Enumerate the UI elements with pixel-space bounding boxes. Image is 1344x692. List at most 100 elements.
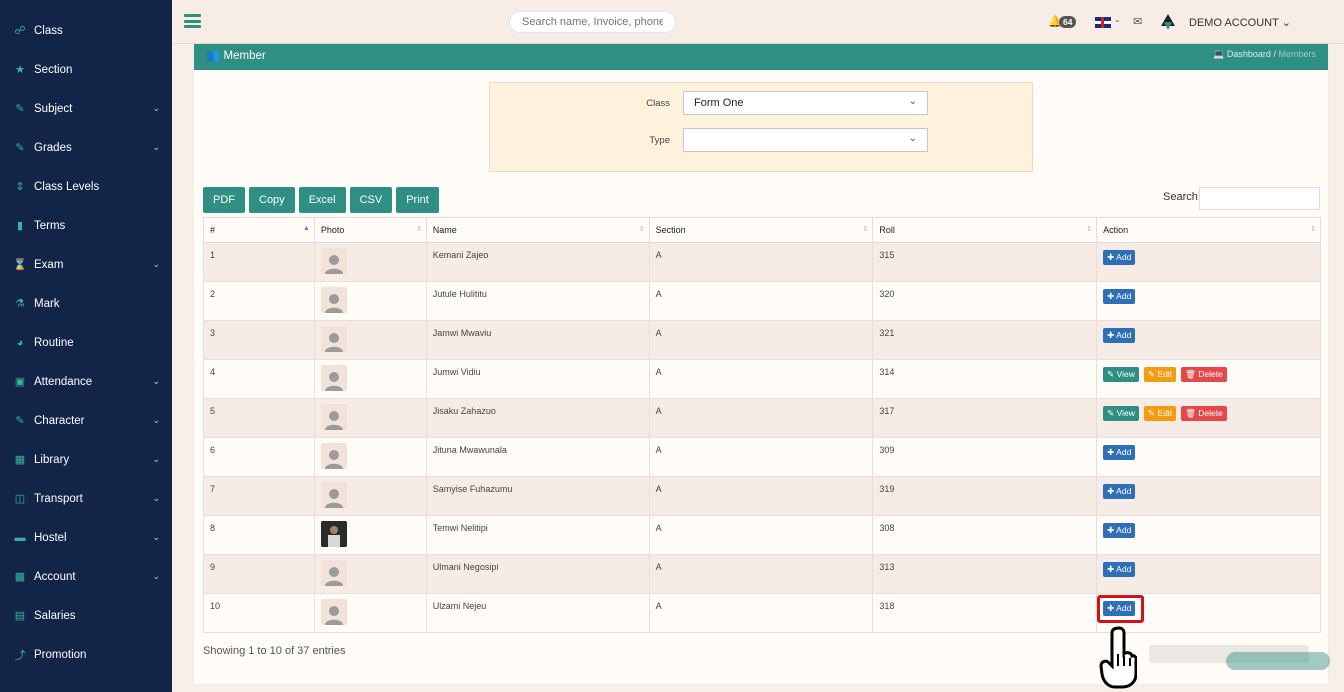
class-select[interactable]: Form One ⌄ bbox=[683, 91, 928, 115]
sidebar-item-grades[interactable]: ✎ Grades ⌄ bbox=[0, 128, 172, 167]
cell-action: ✎ View ✎ Edit 🗑 Delete bbox=[1096, 398, 1321, 438]
delete-label: Delete bbox=[1198, 369, 1223, 379]
view-button[interactable]: ✎ View bbox=[1103, 367, 1139, 382]
cell-name: Ulzami Nejeu bbox=[425, 593, 650, 633]
avatar-placeholder-icon bbox=[320, 287, 347, 313]
bus-icon: ◫ bbox=[14, 493, 26, 505]
sidebar-item-mark[interactable]: ⚗ Mark bbox=[0, 284, 172, 323]
sidebar-item-account[interactable]: ▩ Account ⌄ bbox=[0, 557, 172, 596]
avatar-placeholder-icon bbox=[320, 482, 347, 508]
edit-label: Edit bbox=[1157, 408, 1173, 418]
cell-section: A bbox=[648, 281, 874, 321]
sidebar-item-subject[interactable]: ✎ Subject ⌄ bbox=[0, 89, 172, 128]
chevron-down-icon: ⌄ bbox=[152, 259, 160, 269]
edit-button[interactable]: ✎ Edit bbox=[1143, 367, 1177, 382]
sidebar-item-library[interactable]: ▦ Library ⌄ bbox=[0, 440, 172, 479]
delete-button[interactable]: 🗑 Delete bbox=[1181, 367, 1227, 382]
excel-button[interactable]: Excel bbox=[298, 187, 346, 213]
view-icon: ✎ bbox=[1107, 369, 1117, 379]
sidebar-item-class[interactable]: ☍ Class bbox=[0, 11, 172, 50]
col-action[interactable]: Action ⇕ bbox=[1096, 217, 1321, 243]
mail-icon[interactable]: ✉ bbox=[1133, 15, 1142, 28]
cell-action: ✚ Add bbox=[1096, 554, 1321, 594]
cell-action: ✚ Add bbox=[1096, 320, 1321, 360]
add-button[interactable]: ✚ Add bbox=[1103, 289, 1136, 304]
sidebar-item-promotion[interactable]: ⤴ Promotion bbox=[0, 635, 172, 674]
delete-button[interactable]: 🗑 Delete bbox=[1181, 406, 1227, 421]
account-menu[interactable]: DEMO ACCOUNT ⌄ bbox=[1189, 16, 1291, 29]
avatar-placeholder-icon bbox=[320, 599, 347, 625]
table-row: 9 Ulmani Negosipi A 313 ✚ Add bbox=[203, 554, 1321, 594]
topbar: 🔔 64 ⌄ ✉ DEMO ACCOUNT ⌄ bbox=[172, 0, 1344, 44]
add-icon: ✚ bbox=[1107, 252, 1117, 262]
add-icon: ✚ bbox=[1107, 486, 1117, 496]
avatar-placeholder-icon bbox=[320, 443, 347, 469]
account-logo-icon[interactable] bbox=[1158, 12, 1178, 32]
add-button[interactable]: ✚ Add bbox=[1103, 250, 1136, 265]
col-roll[interactable]: Roll ⇕ bbox=[872, 217, 1098, 243]
sidebar-item-routine[interactable]: ◕ Routine bbox=[0, 323, 172, 362]
avatar-placeholder-icon bbox=[320, 248, 347, 274]
sidebar-item-terms[interactable]: ▮ Terms bbox=[0, 206, 172, 245]
cell-number: 8 bbox=[203, 515, 315, 555]
chevron-down-icon: ⌄ bbox=[152, 142, 160, 152]
add-button[interactable]: ✚ Add bbox=[1103, 523, 1136, 538]
highlight-box bbox=[1097, 595, 1144, 623]
type-select[interactable]: ⌄ bbox=[683, 128, 928, 152]
chevron-down-icon[interactable]: ⌄ bbox=[1114, 15, 1121, 24]
add-button[interactable]: ✚ Add bbox=[1103, 328, 1136, 343]
add-label: Add bbox=[1116, 291, 1132, 301]
print-button[interactable]: Print bbox=[396, 187, 439, 213]
chevron-down-icon: ⌄ bbox=[908, 96, 917, 107]
view-button[interactable]: ✎ View bbox=[1103, 406, 1139, 421]
star-icon: ★ bbox=[15, 64, 25, 76]
cell-action: ✚ Add bbox=[1096, 437, 1321, 477]
breadcrumb-dashboard[interactable]: Dashboard bbox=[1227, 49, 1271, 59]
cell-photo bbox=[313, 281, 427, 321]
add-button[interactable]: ✚ Add bbox=[1103, 484, 1136, 499]
add-button[interactable]: ✚ Add bbox=[1103, 445, 1136, 460]
add-button[interactable]: ✚ Add bbox=[1103, 562, 1136, 577]
pdf-button[interactable]: PDF bbox=[203, 187, 245, 213]
hourglass-icon: ⌛ bbox=[13, 259, 27, 271]
hand-pointer-icon bbox=[1099, 626, 1137, 689]
sidebar-item-label: Grades bbox=[34, 141, 72, 154]
sidebar-item-attendance[interactable]: ▣ Attendance ⌄ bbox=[0, 362, 172, 401]
money-icon: ▩ bbox=[14, 571, 26, 583]
col-photo[interactable]: Photo ⇕ bbox=[313, 217, 427, 243]
csv-button[interactable]: CSV bbox=[349, 187, 393, 213]
table-search-input[interactable] bbox=[1199, 187, 1320, 210]
cell-number: 10 bbox=[203, 593, 315, 633]
cell-photo bbox=[313, 437, 427, 477]
col-section[interactable]: Section ⇕ bbox=[648, 217, 874, 243]
class-select-value: Form One bbox=[694, 97, 744, 109]
cell-section: A bbox=[648, 320, 874, 360]
sidebar-item-transport[interactable]: ◫ Transport ⌄ bbox=[0, 479, 172, 518]
cell-section: A bbox=[648, 437, 874, 477]
cell-name: Jituna Mwawunala bbox=[425, 437, 650, 477]
sidebar-item-section[interactable]: ★ Section bbox=[0, 50, 172, 89]
cell-number: 6 bbox=[203, 437, 315, 477]
sidebar-item-salaries[interactable]: ▤ Salaries bbox=[0, 596, 172, 635]
global-search-input[interactable] bbox=[509, 11, 676, 33]
clipboard-icon: ▣ bbox=[14, 376, 26, 388]
notification-badge: 64 bbox=[1059, 16, 1077, 28]
view-label: View bbox=[1116, 369, 1135, 379]
cell-name: Jutule Hulititu bbox=[425, 281, 650, 321]
view-icon: ✎ bbox=[1107, 408, 1117, 418]
copy-button[interactable]: Copy bbox=[249, 187, 295, 213]
uk-flag-icon[interactable] bbox=[1095, 17, 1111, 28]
sidebar-item-exam[interactable]: ⌛ Exam ⌄ bbox=[0, 245, 172, 284]
sidebar-item-hostel[interactable]: ▬ Hostel ⌄ bbox=[0, 518, 172, 557]
cell-action: ✚ Add bbox=[1096, 281, 1321, 321]
cell-photo bbox=[313, 515, 427, 555]
add-label: Add bbox=[1116, 486, 1132, 496]
sitemap-icon: ☍ bbox=[14, 25, 26, 37]
sidebar-item-character[interactable]: ✎ Character ⌄ bbox=[0, 401, 172, 440]
edit-button[interactable]: ✎ Edit bbox=[1143, 406, 1177, 421]
menu-toggle-icon[interactable] bbox=[184, 14, 201, 28]
col-number[interactable]: # ▲ bbox=[203, 217, 315, 243]
delete-icon: 🗑 bbox=[1185, 408, 1199, 418]
col-name[interactable]: Name ⇕ bbox=[425, 217, 650, 243]
sidebar-item-class-levels[interactable]: ⇕ Class Levels bbox=[0, 167, 172, 206]
